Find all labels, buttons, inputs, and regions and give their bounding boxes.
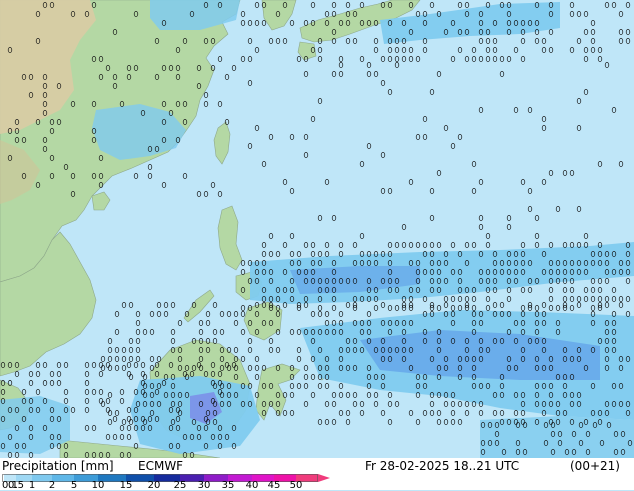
model-name: ECMWF (138, 459, 184, 473)
scale-tick-label: 40 (245, 480, 259, 491)
footer-bar: Precipitation [mm] ECMWF Fr 28-02-2025 1… (0, 458, 634, 491)
precipitation-map (0, 0, 634, 459)
scale-tick-label: 15 (119, 480, 133, 491)
scale-tick-label: 5 (70, 480, 78, 491)
scale-tick-label: 30 (197, 480, 211, 491)
forecast-datetime: Fr 28-02-2025 18..21 UTC (365, 459, 520, 473)
rain-band-png (480, 416, 634, 458)
forecast-validity: (00+21) (570, 459, 620, 473)
scale-arrow (318, 474, 330, 482)
scale-tick-label: 1 (28, 480, 36, 491)
scale-tick-label: 50 (289, 480, 303, 491)
scale-tick-label: 25 (173, 480, 187, 491)
scale-tick-label: 20 (147, 480, 161, 491)
scale-tick-label: 45 (267, 480, 281, 491)
scale-tick-label: 35 (221, 480, 235, 491)
scale-tick-label: 0.5 (8, 480, 24, 491)
scale-tick-label: 10 (91, 480, 105, 491)
scale-tick-label: 2 (48, 480, 56, 491)
map-canvas (0, 0, 634, 459)
product-title: Precipitation [mm] (2, 459, 114, 473)
